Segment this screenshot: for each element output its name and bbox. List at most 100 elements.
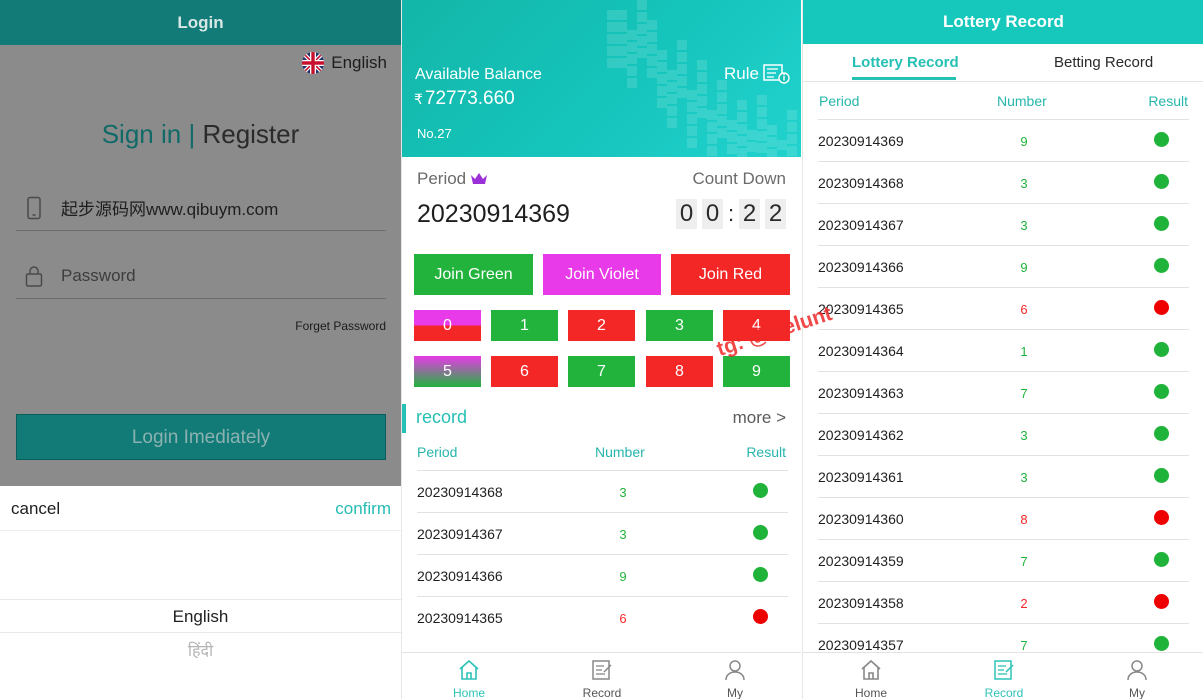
user-icon [725, 660, 745, 681]
phone-field[interactable]: 起步源码网www.qibuym.com [16, 185, 386, 231]
countdown-digit: 0 [702, 199, 723, 229]
number-8-button[interactable]: 8 [646, 356, 713, 387]
banner-pattern-square [667, 94, 677, 104]
countdown-colon: : [728, 201, 735, 226]
rule-document-icon [763, 64, 790, 84]
green-result-dot [753, 525, 768, 540]
nav-home-label: Home [452, 686, 485, 699]
row-period: 20230914359 [818, 553, 904, 569]
row-period: 20230914360 [818, 511, 904, 527]
nav-record[interactable]: Record [562, 653, 642, 699]
banner-pattern-square [707, 110, 717, 120]
row-period: 20230914361 [818, 469, 904, 485]
banner-pattern-square [617, 22, 627, 32]
row-number: 3 [1020, 218, 1028, 233]
row-number: 3 [619, 485, 627, 500]
row-number: 9 [619, 569, 627, 584]
password-input[interactable]: Password [61, 266, 136, 286]
tab-lottery-record[interactable]: Lottery Record [852, 54, 959, 71]
number-5-button[interactable]: 5 [414, 356, 481, 387]
nav-my[interactable]: My [1097, 653, 1177, 699]
banner-pattern-square [637, 48, 647, 58]
rule-label: Rule [724, 64, 759, 83]
nav-home[interactable]: Home [429, 653, 509, 699]
green-result-dot [753, 567, 768, 582]
number-1-button[interactable]: 1 [491, 310, 558, 341]
nav-record[interactable]: Record [964, 653, 1044, 699]
picker-confirm-button[interactable]: confirm [335, 499, 391, 519]
banner-number: No.27 [417, 126, 452, 141]
banner-pattern-square [727, 144, 737, 154]
banner-pattern-square [727, 120, 737, 130]
banner-pattern-square [667, 106, 677, 116]
table-row: 20230914369 9 [818, 119, 1189, 161]
countdown-timer: 0 0 : 2 2 [676, 199, 786, 229]
nav-home[interactable]: Home [831, 653, 911, 699]
banner-pattern-square [767, 125, 777, 135]
banner-pattern-square [757, 95, 767, 105]
tab-betting-record[interactable]: Betting Record [1054, 54, 1153, 71]
banner-pattern-square [737, 136, 747, 146]
banner-pattern-square [627, 30, 637, 40]
join-green-button[interactable]: Join Green [414, 254, 533, 295]
row-period: 20230914362 [818, 427, 904, 443]
language-selector[interactable]: English [302, 52, 387, 74]
table-row: 20230914362 3 [818, 413, 1189, 455]
banner-pattern-square [697, 108, 707, 118]
row-period: 20230914369 [818, 133, 904, 149]
banner-pattern-square [737, 124, 747, 134]
picker-toolbar: cancel confirm [0, 486, 401, 531]
rule-button[interactable]: Rule [724, 64, 790, 84]
balance-value: ₹72773.660 [414, 88, 515, 110]
nav-my[interactable]: My [695, 653, 775, 699]
forget-password-link[interactable]: Forget Password [295, 319, 386, 333]
banner-pattern-square [667, 70, 677, 80]
banner-pattern-square [717, 104, 727, 114]
banner-pattern-square [647, 68, 657, 78]
join-violet-button[interactable]: Join Violet [543, 254, 661, 295]
row-period: 20230914366 [417, 568, 503, 584]
banner-pattern-square [687, 114, 697, 124]
number-0-button[interactable]: 0 [414, 310, 481, 341]
login-button[interactable]: Login Imediately [16, 414, 386, 460]
banner-pattern-square [637, 0, 647, 10]
banner-pattern-square [767, 149, 777, 157]
join-red-button[interactable]: Join Red [671, 254, 790, 295]
tab-sign-in[interactable]: Sign in [102, 119, 182, 149]
record-tabs: Lottery Record Betting Record [803, 44, 1203, 82]
table-row: 20230914367 3 [818, 203, 1189, 245]
table-row: 20230914358 2 [818, 581, 1189, 623]
picker-cancel-button[interactable]: cancel [11, 499, 60, 519]
countdown-digit: 2 [739, 199, 760, 229]
banner-pattern-square [697, 60, 707, 70]
banner-pattern-square [777, 140, 787, 150]
row-period: 20230914368 [818, 175, 904, 191]
banner-pattern-square [787, 122, 797, 132]
number-2-button[interactable]: 2 [568, 310, 635, 341]
green-result-dot [1154, 258, 1169, 273]
number-3-button[interactable]: 3 [646, 310, 713, 341]
banner-pattern-square [757, 131, 767, 141]
record-section-title: record [416, 407, 468, 427]
banner-pattern-square [657, 74, 667, 84]
picker-option-hindi[interactable]: हिंदी [0, 639, 401, 661]
phone-input[interactable]: 起步源码网www.qibuym.com [61, 195, 278, 220]
number-9-button[interactable]: 9 [723, 356, 790, 387]
banner-pattern-square [747, 130, 757, 140]
password-field[interactable]: Password [16, 253, 386, 299]
tab-register[interactable]: Register [202, 119, 299, 149]
banner-pattern-square [687, 102, 697, 112]
banner-pattern-square [667, 118, 677, 128]
column-header-number: Number [997, 93, 1047, 109]
nav-record-label: Record [582, 686, 622, 699]
record-tab-bar: Home Record My [803, 652, 1203, 699]
picker-option-english[interactable]: English [0, 599, 401, 633]
number-6-button[interactable]: 6 [491, 356, 558, 387]
more-link[interactable]: more > [733, 408, 786, 428]
banner-pattern-square [667, 82, 677, 92]
number-7-button[interactable]: 7 [568, 356, 635, 387]
period-label-text: Period [417, 169, 467, 188]
banner-pattern-square [727, 132, 737, 142]
banner-pattern-square [677, 52, 687, 62]
green-result-dot [1154, 132, 1169, 147]
